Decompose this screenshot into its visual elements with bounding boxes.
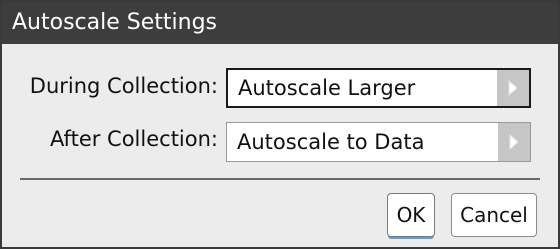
autoscale-settings-dialog: Autoscale Settings During Collection: Au…	[0, 0, 560, 249]
after-collection-dropdown-icon[interactable]	[498, 123, 530, 161]
dialog-title: Autoscale Settings	[2, 2, 558, 44]
after-collection-value: Autoscale to Data	[237, 130, 425, 154]
after-collection-select[interactable]: Autoscale to Data	[226, 122, 531, 162]
during-collection-select[interactable]: Autoscale Larger	[226, 68, 531, 108]
ok-button[interactable]: OK	[387, 193, 435, 237]
during-collection-value: Autoscale Larger	[238, 76, 416, 100]
button-separator	[20, 178, 540, 180]
after-collection-label: After Collection:	[49, 127, 218, 151]
during-collection-label: During Collection:	[29, 74, 218, 98]
during-collection-dropdown-icon[interactable]	[497, 70, 529, 106]
cancel-button[interactable]: Cancel	[451, 193, 537, 237]
